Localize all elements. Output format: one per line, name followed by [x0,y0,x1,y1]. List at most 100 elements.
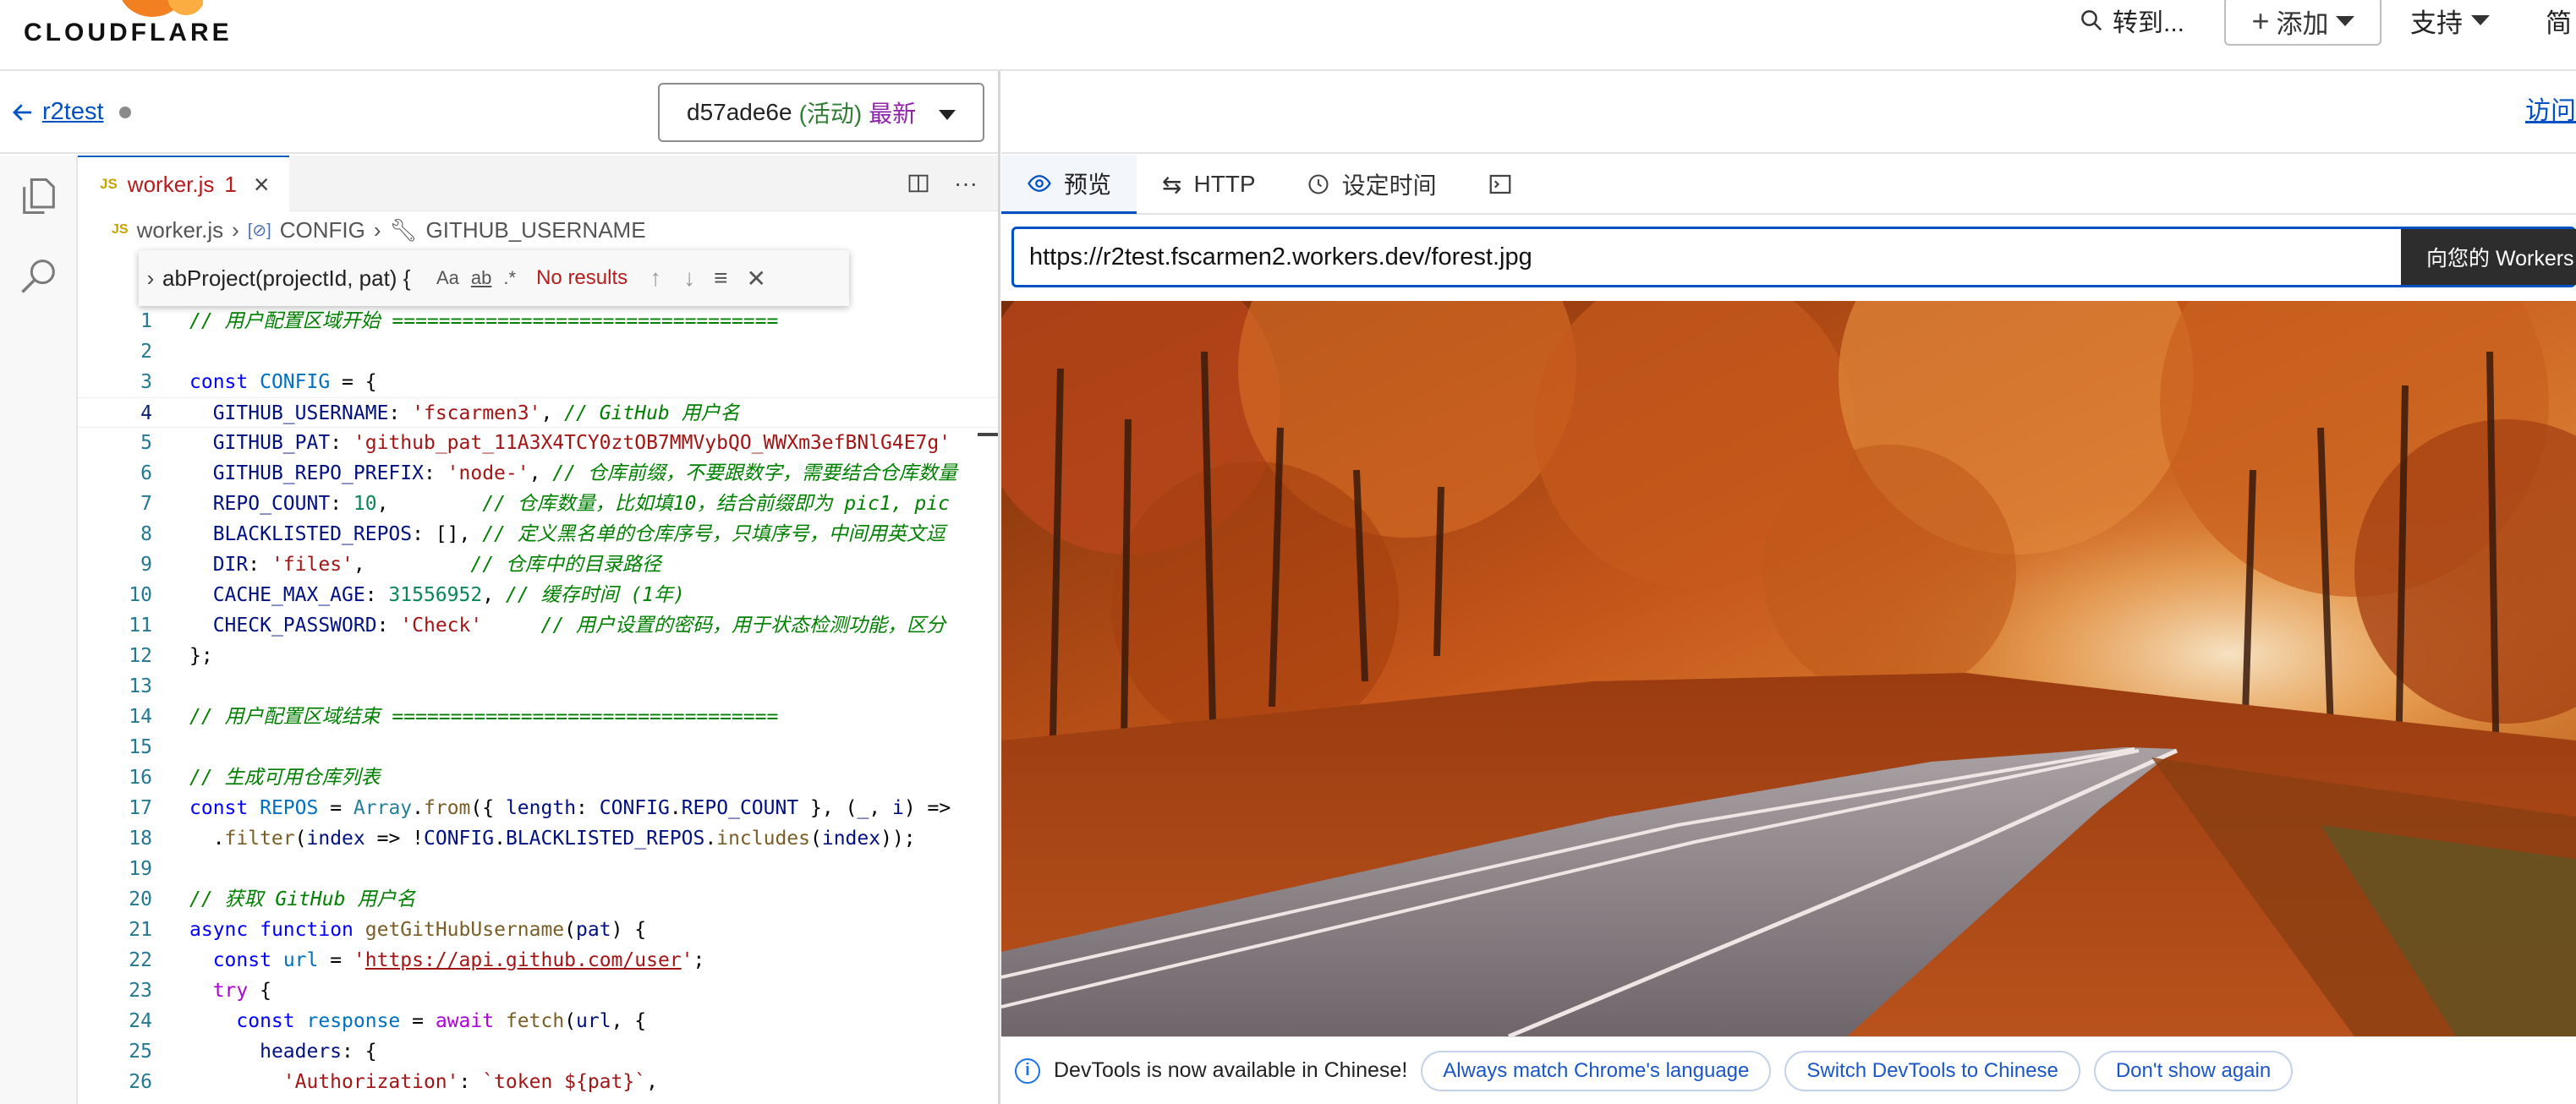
arrow-up-icon[interactable]: ↑ [649,265,661,292]
clock-icon [1308,174,1329,194]
status-dot [118,106,131,118]
breadcrumb-field[interactable]: GITHUB_USERNAME [426,217,646,243]
breadcrumb-file[interactable]: worker.js [137,217,224,243]
whole-word-toggle[interactable]: ab [471,267,491,289]
visit-link[interactable]: 访问 [2525,90,2576,127]
find-input[interactable]: abProject(projectId, pat) { [162,265,425,292]
support-label: 支持 [2410,8,2463,38]
variable-icon: [⊘] [247,221,271,240]
top-navbar: CLOUDFLARE 转到... + 添加 支持 简 [0,0,2576,71]
tab-http[interactable]: ⇆ HTTP [1137,155,1281,214]
pane-divider[interactable] [998,71,1000,1104]
split-editor-icon[interactable] [907,172,930,195]
cloudflare-logo-icon [110,0,203,17]
swap-arrows-icon: ⇆ [1162,171,1182,198]
add-button[interactable]: + 添加 [2224,0,2381,46]
code-line: 11 CHECK_PASSWORD: 'Check' // 用户设置的密码，用于… [129,615,946,637]
version-select[interactable]: d57ade6e (活动) 最新 [658,83,984,142]
js-file-icon: JS [100,176,118,192]
support-menu[interactable]: 支持 [2410,0,2490,41]
code-line: 16// 生成可用仓库列表 [129,767,381,789]
code-line: 2 [140,341,152,363]
code-editor[interactable]: JS worker.js 1 × ··· JS worker.js › [⊘] … [78,156,998,1104]
tab-worker-js[interactable]: JS worker.js 1 × [78,156,289,211]
code-line: 7 REPO_COUNT: 10, // 仓库数量，比如填10，结合前缀即为 p… [140,493,950,515]
code-line: 18 .filter(index => !CONFIG.BLACKLISTED_… [129,828,916,850]
regex-toggle[interactable]: .* [503,267,516,289]
code-line: 9 DIR: 'files', // 仓库中的目录路径 [140,554,661,576]
version-id: d57ade6e [687,99,792,125]
goto-search-button[interactable]: 转到... [2079,0,2184,41]
eye-icon [1028,174,1051,192]
wrench-icon: 🔧︎ [389,216,418,243]
add-label: 添加 [2276,8,2329,39]
close-icon[interactable]: ✕ [746,265,765,292]
tab-http-label: HTTP [1193,171,1256,197]
tab-filename: worker.js [127,171,215,197]
code-line: 8 BLACKLISTED_REPOS: [], // 定义黑名单的仓库序号，只… [140,523,945,545]
code-line: 4 GITHUB_USERNAME: 'fscarmen3', // GitHu… [78,397,998,428]
chevron-down-icon [2471,15,2490,25]
code-line: 23 try { [129,980,271,1002]
tab-console[interactable] [1462,155,1538,214]
code-line: 25 headers: { [129,1041,377,1063]
editor-actions: ··· [907,156,998,211]
preview-image [1001,301,2576,1036]
code-line: 22 const url = 'https://api.github.com/u… [129,949,705,971]
code-line: 24 const response = await fetch(url, { [129,1010,647,1032]
activity-bar [0,156,78,1104]
worker-name-link[interactable]: r2test [42,98,104,126]
tab-preview[interactable]: 预览 [1001,155,1137,214]
language-menu[interactable]: 简 [2546,0,2572,41]
find-widget: › abProject(projectId, pat) { Aa ab .* N… [139,250,849,306]
close-icon[interactable]: × [254,169,270,200]
tab-schedule-label: 设定时间 [1341,172,1437,199]
search-icon[interactable] [17,254,61,298]
find-result-count: No results [536,266,628,289]
js-file-icon: JS [112,222,129,237]
more-actions-icon[interactable]: ··· [954,170,978,197]
chevron-down-icon [2335,16,2354,26]
code-line: 5 GITHUB_PAT: 'github_pat_11A3X4TCY0ztOB… [140,432,951,454]
search-icon [2081,10,2102,31]
code-line: 1// 用户配置区域开始 ===========================… [140,310,779,332]
breadcrumb-symbol[interactable]: CONFIG [280,217,365,243]
back-link[interactable]: r2test [10,98,131,126]
send-request-button[interactable]: 向您的 Workers [2401,229,2576,285]
match-language-button[interactable]: Always match Chrome's language [1421,1050,1772,1091]
version-latest-label: 最新 [869,101,917,127]
code-line: 10 CACHE_MAX_AGE: 31556952, // 缓存时间 (1年) [129,584,685,606]
code-line: 6 GITHUB_REPO_PREFIX: 'node-', // 仓库前缀，不… [140,462,957,484]
tab-schedule[interactable]: 设定时间 [1281,155,1462,214]
devtools-message: DevTools is now available in Chinese! [1054,1058,1408,1082]
explorer-files-icon[interactable] [17,174,61,218]
chevron-down-icon [939,110,956,120]
code-line: 17 const REPOS = Array.from({ length: CON… [129,797,951,819]
arrow-down-icon[interactable]: ↓ [683,265,695,292]
forest-road-image [1001,301,2576,1036]
match-case-toggle[interactable]: Aa [436,267,459,289]
dont-show-again-button[interactable]: Don't show again [2093,1050,2294,1091]
version-active-label: (活动) [798,101,863,127]
breadcrumb: JS worker.js › [⊘] CONFIG › 🔧︎ GITHUB_US… [78,211,998,249]
tab-preview-label: 预览 [1064,171,1112,198]
preview-url-bar: https://r2test.fscarmen2.workers.dev/for… [1011,227,2576,287]
code-line: 19 [129,858,152,880]
preview-url-input[interactable]: https://r2test.fscarmen2.workers.dev/for… [1029,229,1532,285]
toggle-replace-icon[interactable]: › [139,265,162,292]
arrow-left-icon [13,103,31,121]
find-in-selection-icon[interactable]: ≡ [714,265,727,292]
switch-language-button[interactable]: Switch DevTools to Chinese [1784,1050,2080,1091]
plus-icon: + [2251,3,2270,38]
code-line: 14// 用户配置区域结束 ==========================… [129,706,779,728]
code-line: 13 [129,675,152,697]
code-line: 15 [129,736,152,758]
code-line: 3 const CONFIG = { [140,371,377,393]
worker-header: r2test d57ade6e (活动) 最新 [0,73,998,154]
preview-header: 访问 [1001,73,2576,154]
chevron-right-icon: › [232,216,239,243]
editor-tabbar: JS worker.js 1 × ··· [78,156,998,211]
code-line: 20// 获取 GitHub 用户名 [129,888,416,910]
preview-tabs: 预览 ⇆ HTTP 设定时间 [1001,155,2576,215]
goto-label: 转到... [2113,9,2185,37]
